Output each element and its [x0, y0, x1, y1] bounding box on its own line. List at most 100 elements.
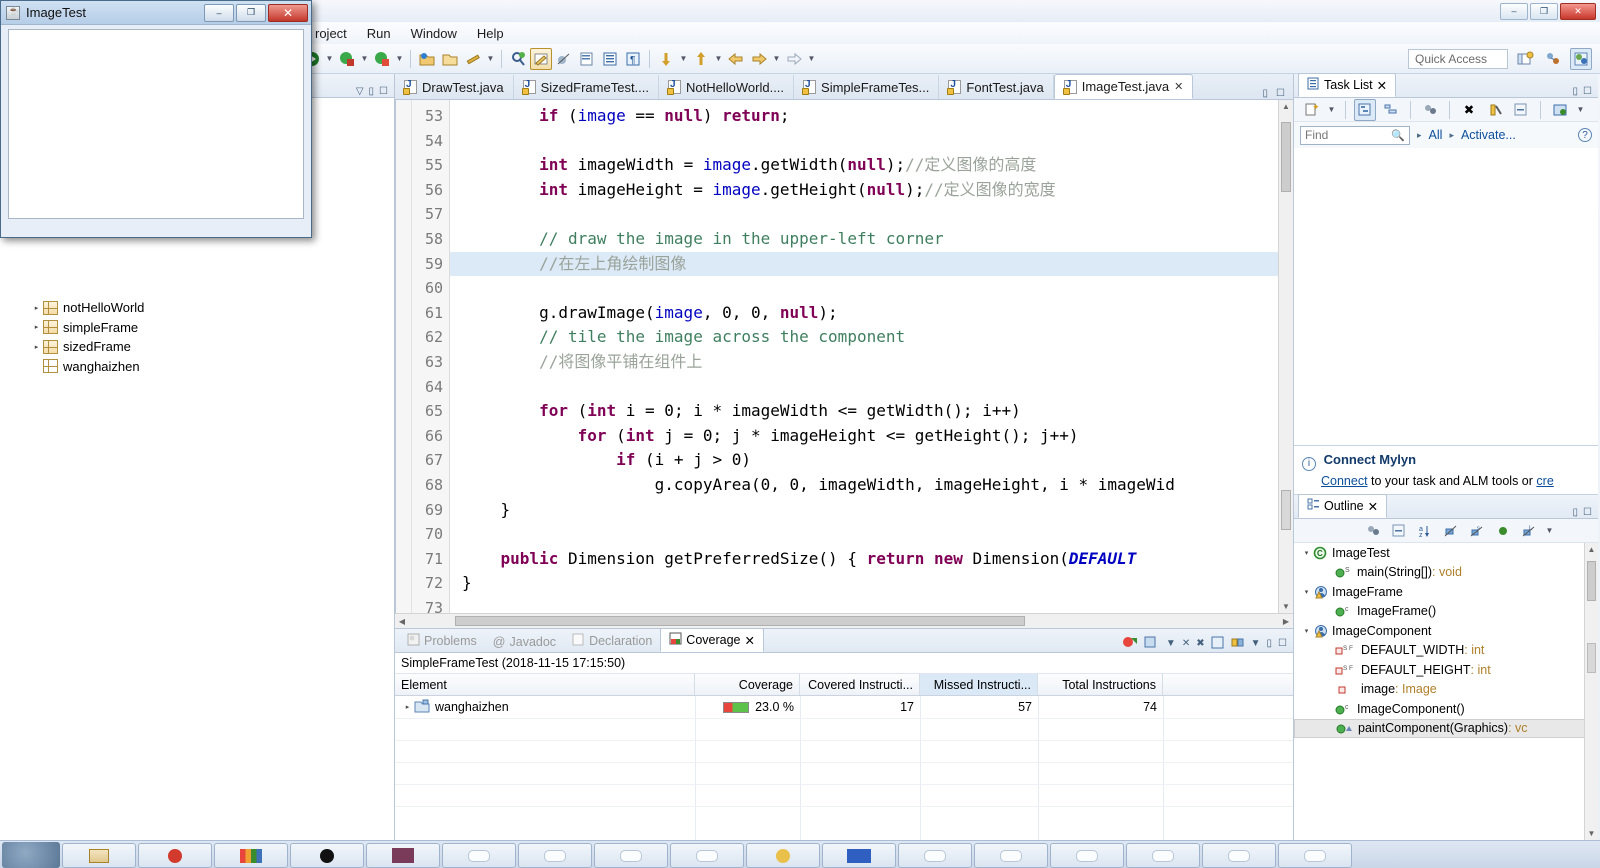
outline-item-image[interactable]: image : Image	[1294, 680, 1598, 700]
mylyn-create-link[interactable]: cre	[1536, 474, 1553, 488]
code-line[interactable]: }	[450, 571, 1278, 596]
minimize-view-icon[interactable]: ▯	[369, 86, 375, 97]
code-line[interactable]	[450, 596, 1278, 613]
imagetest-swing-window[interactable]: ImageTest – ❐ ✕	[0, 0, 312, 238]
code-line[interactable]	[450, 522, 1278, 547]
scroll-thumb[interactable]	[1281, 122, 1291, 192]
outline-view-menu-icon[interactable]: ▼	[1544, 520, 1555, 542]
taskbar-item-colorapp[interactable]	[214, 843, 288, 868]
editor-tab-ImageTest[interactable]: ImageTest.java ✕	[1053, 74, 1194, 99]
tab-coverage[interactable]: Coverage ✕	[660, 628, 764, 652]
tab-javadoc[interactable]: @ Javadoc	[485, 632, 564, 652]
forward-icon[interactable]	[748, 48, 770, 70]
column-header-missed[interactable]: Missed Instructi...	[920, 674, 1038, 695]
code-line[interactable]: int imageWidth = image.getWidth(null);//…	[450, 153, 1278, 178]
collapse-all-icon[interactable]	[1510, 99, 1532, 121]
code-line[interactable]: if (i + j > 0)	[450, 448, 1278, 473]
all-expand-arrow-icon[interactable]: ▸	[1417, 130, 1422, 141]
minimize-view-icon[interactable]: ▯	[1573, 86, 1579, 97]
scroll-down-arrow[interactable]: ▼	[1279, 602, 1293, 611]
marker-bar[interactable]	[396, 100, 412, 613]
start-button[interactable]	[2, 842, 60, 868]
next-annotation-icon[interactable]	[655, 48, 677, 70]
close-icon[interactable]: ✕	[1377, 78, 1387, 93]
table-row[interactable]: ▸ wanghaizhen 23.0 % 17 57 74	[395, 696, 1293, 718]
categorized-presentation-icon[interactable]	[1354, 98, 1376, 121]
column-header-total[interactable]: Total Instructions	[1038, 674, 1163, 695]
task-repositories-icon[interactable]	[1549, 99, 1571, 121]
forward-nav-dropdown-arrow[interactable]: ▼	[806, 48, 817, 70]
menu-item-project[interactable]: roject	[306, 24, 356, 43]
outline-item-DEFAULT-WIDTH[interactable]: S F DEFAULT_WIDTH : int	[1294, 641, 1598, 661]
coverage-sessions-icon[interactable]	[1144, 635, 1160, 652]
code-line[interactable]: public Dimension getPreferredSize() { re…	[450, 547, 1278, 572]
code-line[interactable]: }	[450, 498, 1278, 523]
skip-breakpoints-icon[interactable]	[553, 48, 575, 70]
previous-annotation-icon[interactable]	[690, 48, 712, 70]
taskbar-item-app9[interactable]	[670, 843, 744, 868]
column-header-coverage[interactable]: Coverage	[695, 674, 800, 695]
open-folder-icon[interactable]	[439, 48, 461, 70]
scroll-thumb-secondary[interactable]	[1587, 643, 1596, 673]
collapse-arrow-icon[interactable]: ▾	[1300, 549, 1313, 557]
taskbar-item-app14[interactable]	[1050, 843, 1124, 868]
open-task-icon[interactable]	[599, 48, 621, 70]
activate-expand-arrow-icon[interactable]: ▸	[1449, 130, 1454, 141]
open-perspective-icon[interactable]	[1514, 48, 1536, 70]
editor-vertical-scrollbar[interactable]: ▲ ▼	[1278, 100, 1293, 613]
activate-link[interactable]: Activate...	[1461, 128, 1516, 142]
run-dropdown-arrow[interactable]: ▼	[324, 48, 335, 70]
coverage-dropdown-arrow[interactable]: ▼	[394, 48, 405, 70]
search-icon[interactable]	[507, 48, 529, 70]
close-icon[interactable]: ✕	[1368, 499, 1378, 514]
close-button[interactable]: ✕	[1560, 2, 1596, 20]
swing-maximize-button[interactable]: ❐	[236, 3, 266, 22]
relaunch-coverage-icon[interactable]	[1122, 635, 1138, 652]
back-icon[interactable]	[725, 48, 747, 70]
outline-vertical-scrollbar[interactable]: ▲ ▼	[1584, 543, 1598, 840]
close-icon[interactable]: ✕	[1174, 80, 1183, 93]
coverage-icon[interactable]	[371, 48, 393, 70]
focus-on-workweek-icon[interactable]	[1419, 99, 1441, 121]
taskbar-item-app13[interactable]	[974, 843, 1048, 868]
hide-non-public-icon[interactable]	[1492, 520, 1514, 542]
outline-item-ImageTest[interactable]: ▾ C ImageTest	[1294, 543, 1598, 563]
hide-fields-icon[interactable]	[1440, 520, 1462, 542]
remove-session-icon[interactable]: ✕	[1182, 638, 1190, 649]
remove-all-sessions-icon[interactable]: ✖	[1196, 638, 1204, 649]
code-line[interactable]	[450, 202, 1278, 227]
scroll-right-arrow[interactable]: ▶	[1279, 617, 1293, 626]
toggle-block-selection-icon[interactable]: ¶	[622, 48, 644, 70]
maximize-view-icon[interactable]: ☐	[1583, 86, 1592, 97]
quick-access-input[interactable]: Quick Access	[1408, 48, 1508, 69]
synchronize-changed-icon[interactable]	[1484, 99, 1506, 121]
collapse-arrow-icon[interactable]: ▾	[1300, 588, 1313, 596]
outline-item-ImageFrame--[interactable]: c ImageFrame()	[1294, 602, 1598, 622]
taskbar-item-browser[interactable]	[290, 843, 364, 868]
forward-dropdown-arrow[interactable]: ▼	[771, 48, 782, 70]
outline-item-ImageFrame[interactable]: ▾ ImageFrame	[1294, 582, 1598, 602]
java-browsing-perspective-icon[interactable]	[1570, 47, 1592, 70]
external-tools-dropdown-arrow[interactable]: ▼	[485, 48, 496, 70]
code-line[interactable]: // tile the image across the component	[450, 325, 1278, 350]
scroll-thumb-secondary[interactable]	[1281, 490, 1291, 530]
collapse-all-icon[interactable]	[1211, 636, 1225, 652]
code-line[interactable]: if (image == null) return;	[450, 104, 1278, 129]
code-editor[interactable]: 53 54 55 56 57 58 59 60 61 62 63 64 65 66 67 68 69 70 71 72…	[395, 100, 1293, 613]
outline-item-main-String---[interactable]: Smain(String[]) : void	[1294, 563, 1598, 583]
code-line[interactable]	[450, 276, 1278, 301]
taskbar-item-app6[interactable]	[442, 843, 516, 868]
code-line[interactable]: for (int j = 0; j * imageHeight <= getHe…	[450, 424, 1278, 449]
taskbar-item-app8[interactable]	[594, 843, 668, 868]
search-input[interactable]: Find 🔍	[1300, 125, 1410, 145]
taskbar-item-imagetest[interactable]	[822, 843, 896, 868]
new-class-icon[interactable]	[576, 48, 598, 70]
scroll-up-arrow[interactable]: ▲	[1279, 102, 1293, 111]
column-header-element[interactable]: Element	[395, 674, 695, 695]
editor-tab-SimpleFrameTest[interactable]: SimpleFrameTes...	[794, 75, 940, 99]
external-tools-icon[interactable]	[462, 48, 484, 70]
taskbar-item-app15[interactable]	[1126, 843, 1200, 868]
collapse-arrow-icon[interactable]: ▾	[1300, 627, 1313, 635]
forward-nav-icon[interactable]	[783, 48, 805, 70]
coverage-sessions-dropdown-arrow[interactable]: ▼	[1166, 638, 1176, 649]
